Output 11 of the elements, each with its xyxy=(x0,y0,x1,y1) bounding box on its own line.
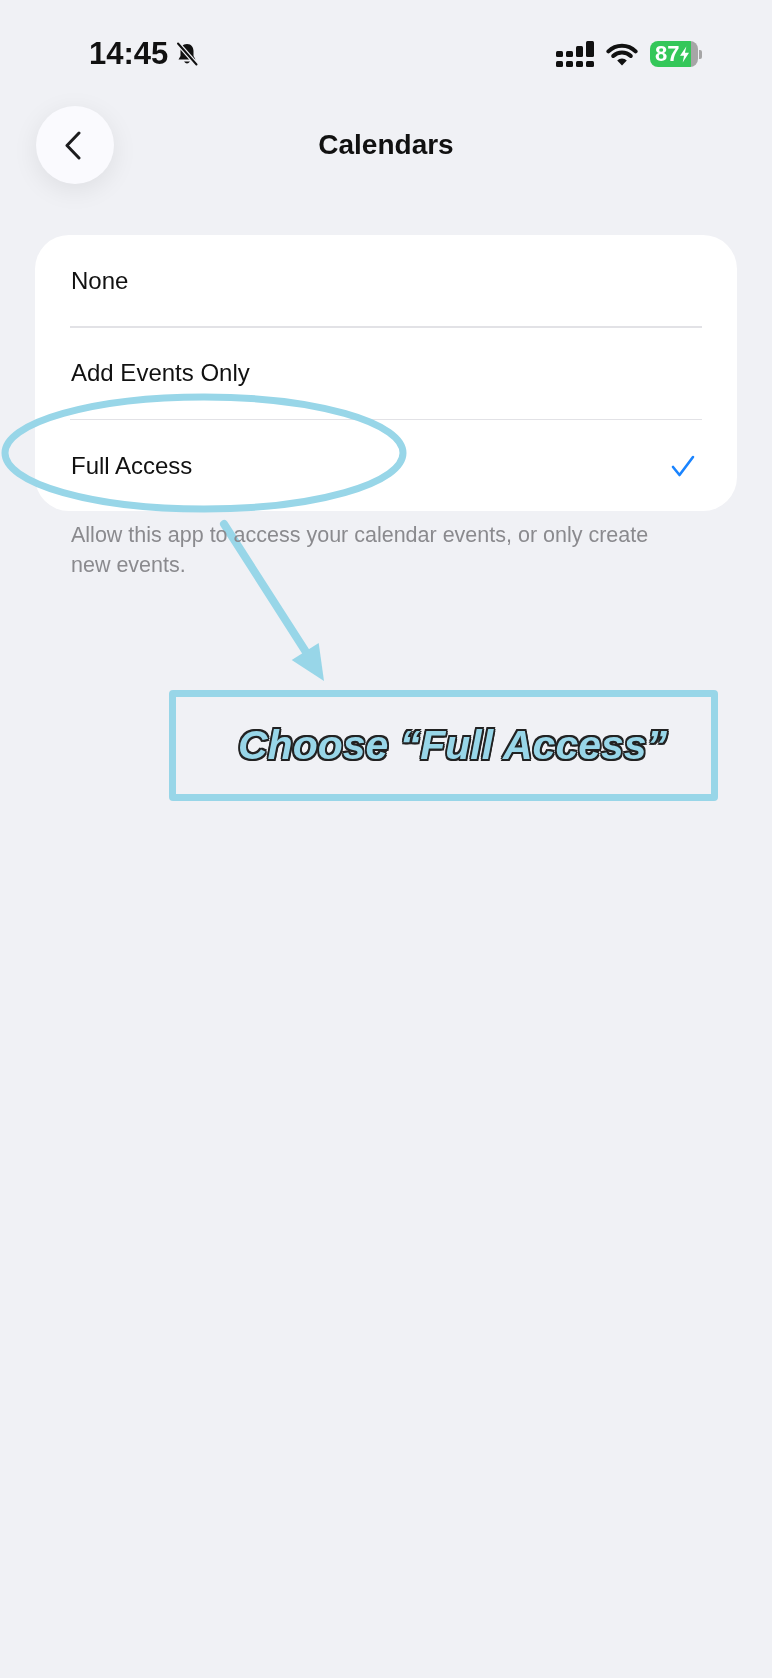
wifi-icon xyxy=(606,42,638,66)
option-row[interactable]: None xyxy=(35,235,737,326)
chevron-left-icon xyxy=(65,130,81,160)
battery-percent: 87 xyxy=(655,43,680,65)
status-time: 14:45 xyxy=(89,39,169,69)
option-row[interactable]: Add Events Only xyxy=(35,327,737,419)
callout-label: Choose “Full Access” xyxy=(169,690,718,801)
signal-icon xyxy=(556,41,594,67)
option-row[interactable]: Full Access xyxy=(35,420,737,511)
page-title: Calendars xyxy=(318,129,454,161)
footer-note: Allow this app to access your calendar events, or only create new events. xyxy=(70,522,650,579)
